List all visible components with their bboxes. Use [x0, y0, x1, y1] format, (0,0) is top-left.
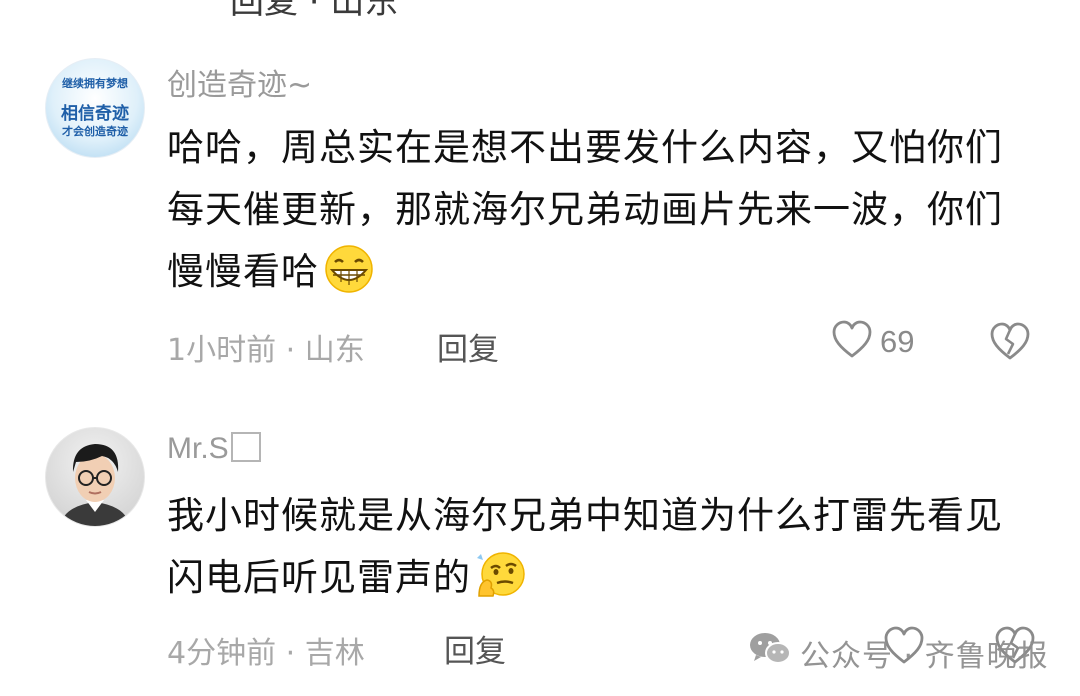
like-button[interactable]: 69 [830, 318, 914, 366]
heart-icon [830, 318, 874, 366]
wechat-icon [748, 630, 792, 676]
previous-comment-cut-meta: 回复 · 山东 [230, 0, 399, 22]
grin-emoji-icon [321, 244, 377, 313]
comment-meta: 1小时前 · 山东 [167, 333, 365, 368]
comment-username[interactable]: Mr.S [167, 432, 261, 466]
comment-text: 哈哈，周总实在是想不出要发什么内容，又怕你们每天催更新，那就海尔兄弟动画片先来一… [167, 117, 1027, 313]
watermark: 公众号 · 齐鲁晚报 [748, 630, 1049, 676]
avatar-badge-line: 继续拥有梦想 [62, 77, 128, 90]
reply-button[interactable]: 回复 [437, 324, 499, 369]
comment-text-content: 哈哈，周总实在是想不出要发什么内容，又怕你们每天催更新，那就海尔兄弟动画片先来一… [167, 126, 1003, 293]
comment-username[interactable]: 创造奇迹~ [167, 60, 312, 104]
broken-heart-icon [988, 320, 1032, 368]
username-label: Mr.S [167, 432, 229, 465]
avatar-badge-line: 才会创造奇迹 [62, 125, 128, 138]
avatar-portrait-icon [60, 444, 130, 526]
comment-text: 我小时候就是从海尔兄弟中知道为什么打雷先看见闪电后听见雷声的 [167, 485, 1027, 619]
username-label: 创造奇迹~ [167, 68, 313, 103]
comment-text-content: 我小时候就是从海尔兄弟中知道为什么打雷先看见闪电后听见雷声的 [167, 494, 1003, 599]
avatar-badge-line: 相信奇迹 [61, 104, 129, 124]
unknown-glyph-icon [230, 432, 261, 462]
dislike-button[interactable] [988, 320, 1032, 368]
like-count: 69 [880, 324, 915, 359]
watermark-text: 公众号 · 齐鲁晚报 [800, 639, 1049, 674]
avatar[interactable]: 继续拥有梦想 相信奇迹 才会创造奇迹 [45, 58, 145, 158]
reply-button[interactable]: 回复 [444, 626, 506, 671]
avatar[interactable] [45, 427, 145, 527]
comment-meta: 4分钟前 · 吉林 [167, 636, 365, 671]
thinking-emoji-icon [473, 550, 529, 619]
